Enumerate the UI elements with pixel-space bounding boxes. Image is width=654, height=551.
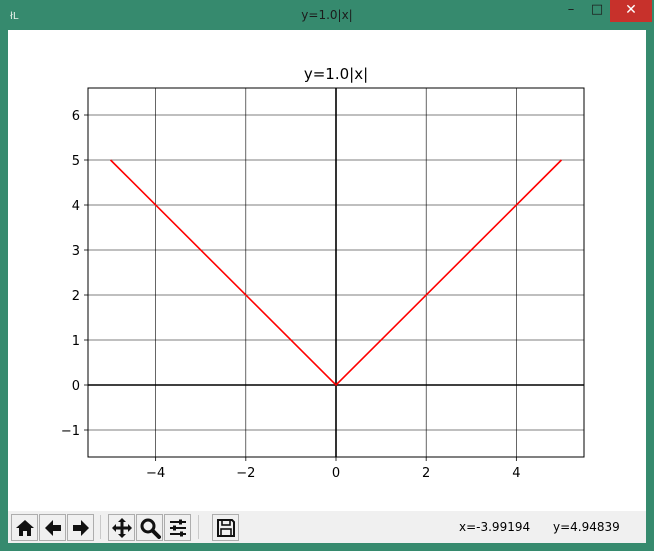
toolbar-separator [198,515,199,539]
title-bar[interactable]: łL y=1.0|x| – □ ✕ [0,0,654,30]
y-tick-label: 1 [72,334,80,349]
cursor-y-readout: y=4.94839 [553,520,620,534]
magnifier-icon [140,518,161,539]
back-arrow-icon [44,519,61,536]
home-icon [15,519,34,536]
pan-button[interactable] [108,514,135,541]
zoom-button[interactable] [136,514,163,541]
x-tick-label: 4 [512,466,520,481]
toolbar-separator [100,515,101,539]
home-button[interactable] [11,514,38,541]
y-tick-label: 6 [72,109,80,124]
chart-title: y=1.0|x| [304,65,368,83]
save-button[interactable] [212,514,239,541]
sliders-icon [169,519,186,536]
client-area: −4 −2 0 2 4 −1 0 1 2 3 4 5 6 y=1.0|x| x=… [8,30,646,543]
maximize-button[interactable]: □ [584,0,610,22]
y-tick-label: −1 [61,424,80,439]
x-tick-label: −2 [236,466,255,481]
floppy-disk-icon [216,518,235,537]
y-tick-label: 3 [72,244,80,259]
cursor-x-readout: x=-3.99194 [459,520,531,534]
close-button[interactable]: ✕ [610,0,652,22]
minimize-button[interactable]: – [558,0,584,22]
y-tick-label: 0 [72,379,80,394]
back-button[interactable] [39,514,66,541]
x-tick-label: 0 [332,466,340,481]
zero-axis-lines [88,88,584,457]
window-title: y=1.0|x| [301,8,353,22]
app-window: łL y=1.0|x| – □ ✕ −4 −2 0 2 4 −1 0 1 2 3 4 5 6 y=1.0… [0,0,654,551]
subplots-button[interactable] [164,514,191,541]
navigation-toolbar: x=-3.99194 y=4.94839 [8,511,646,543]
y-tick-label: 4 [72,199,80,214]
y-tick-label: 2 [72,289,80,304]
forward-button[interactable] [67,514,94,541]
plot-svg[interactable]: −4 −2 0 2 4 −1 0 1 2 3 4 5 6 y=1.0|x| [8,30,646,511]
x-tick-label: −4 [146,466,165,481]
forward-arrow-icon [72,519,89,536]
x-tick-label: 2 [422,466,430,481]
pan-icon [111,517,132,538]
figure-canvas[interactable]: −4 −2 0 2 4 −1 0 1 2 3 4 5 6 y=1.0|x| [8,30,646,511]
y-tick-label: 5 [72,154,80,169]
